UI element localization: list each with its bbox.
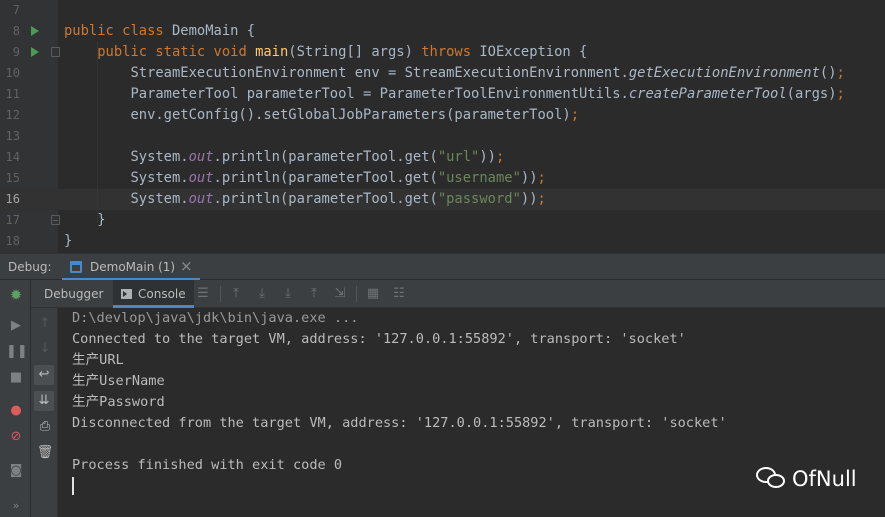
close-icon[interactable]: × bbox=[180, 257, 193, 275]
code-line[interactable]: 18 } bbox=[0, 231, 885, 252]
code-line[interactable]: 8 public class DemoMain { bbox=[0, 21, 885, 42]
debug-tool-window: ✹ ▶ ❚❚ ■ ● ⊘ ◙ » Debugger Console ☰ ⤒ ⤓ … bbox=[0, 280, 885, 517]
camera-icon[interactable]: ◙ bbox=[6, 461, 26, 481]
toolbar-separator bbox=[356, 286, 357, 302]
tab-console[interactable]: Console bbox=[113, 280, 194, 308]
console-line: 生产Password bbox=[72, 394, 165, 410]
code-editor[interactable]: 7 8 public class DemoMain { 9 public sta… bbox=[0, 0, 885, 253]
down-arrow-icon[interactable]: ↓ bbox=[35, 339, 55, 359]
stop-icon[interactable]: ■ bbox=[6, 368, 26, 388]
code-text: System.out.println(parameterTool.get("ur… bbox=[64, 149, 505, 165]
line-number: 18 bbox=[5, 234, 20, 248]
run-gutter-icon[interactable] bbox=[31, 47, 39, 57]
line-number: 10 bbox=[5, 66, 20, 80]
code-line-current[interactable]: 16 System.out.println(parameterTool.get(… bbox=[0, 189, 885, 210]
console-line: 生产URL bbox=[72, 352, 124, 368]
debug-action-strip: ✹ ▶ ❚❚ ■ ● ⊘ ◙ » bbox=[0, 280, 31, 517]
code-text: public class DemoMain { bbox=[64, 23, 256, 39]
line-number: 11 bbox=[5, 87, 20, 101]
step-out-icon[interactable]: ⤒ bbox=[305, 285, 323, 303]
application-icon bbox=[70, 261, 82, 273]
debug-bug-icon[interactable]: ✹ bbox=[6, 285, 26, 305]
line-number: 16 bbox=[5, 192, 20, 206]
console-line: 生产UserName bbox=[72, 373, 165, 389]
wechat-logo-icon bbox=[756, 466, 786, 490]
watermark-text: OfNull bbox=[792, 467, 857, 491]
code-line[interactable]: 12 env.getConfig().setGlobalJobParameter… bbox=[0, 105, 885, 126]
evaluate-expression-icon[interactable]: ▦ bbox=[364, 285, 382, 303]
code-line[interactable]: 10 StreamExecutionEnvironment env = Stre… bbox=[0, 63, 885, 84]
line-number: 12 bbox=[5, 108, 20, 122]
debug-tab-bar: Debugger Console ☰ ⤒ ⤓ ⤓ ⤒ ⇲ ▦ ☷ bbox=[31, 280, 885, 308]
mute-breakpoints-icon[interactable]: ⊘ bbox=[6, 427, 26, 447]
line-number: 9 bbox=[12, 45, 20, 59]
session-tab-demomain[interactable]: DemoMain (1) × bbox=[62, 254, 200, 281]
run-to-cursor-icon[interactable]: ⇲ bbox=[331, 285, 349, 303]
resume-icon[interactable]: ▶ bbox=[6, 316, 26, 336]
code-line[interactable]: 7 bbox=[0, 0, 885, 21]
code-text: StreamExecutionEnvironment env = StreamE… bbox=[64, 65, 845, 81]
show-execution-point-icon[interactable]: ⤒ bbox=[227, 285, 245, 303]
line-number: 8 bbox=[12, 24, 20, 38]
tab-console-label: Console bbox=[138, 287, 186, 301]
console-line: Connected to the target VM, address: '12… bbox=[72, 331, 686, 347]
watermark: OfNull bbox=[756, 466, 857, 494]
trace-icon[interactable]: ☷ bbox=[390, 285, 408, 303]
line-number: 14 bbox=[5, 150, 20, 164]
debug-tool-window-header: Debug: DemoMain (1) × bbox=[0, 253, 885, 281]
scroll-to-end-icon[interactable]: ⇊ bbox=[34, 391, 54, 411]
code-line[interactable]: 14 System.out.println(parameterTool.get(… bbox=[0, 147, 885, 168]
view-breakpoints-icon[interactable]: ● bbox=[6, 401, 26, 421]
code-line[interactable]: 15 System.out.println(parameterTool.get(… bbox=[0, 168, 885, 189]
code-text: } bbox=[64, 212, 106, 228]
code-text: System.out.println(parameterTool.get("pa… bbox=[64, 191, 546, 207]
code-text: System.out.println(parameterTool.get("us… bbox=[64, 170, 546, 186]
code-text: public static void main(String[] args) t… bbox=[97, 44, 588, 60]
code-text: } bbox=[64, 233, 73, 249]
console-line: Disconnected from the target VM, address… bbox=[72, 415, 727, 431]
line-number: 13 bbox=[5, 129, 20, 143]
fold-icon[interactable] bbox=[51, 47, 60, 57]
more-icon[interactable]: » bbox=[6, 496, 26, 516]
line-number: 17 bbox=[5, 213, 20, 227]
toolbar-separator bbox=[220, 286, 221, 302]
console-side-toolbar: ↑ ↓ ↩ ⇊ ⎙ 🗑 bbox=[31, 308, 58, 517]
up-arrow-icon[interactable]: ↑ bbox=[35, 314, 55, 334]
code-line[interactable]: 17 } bbox=[0, 210, 885, 231]
code-line[interactable]: 9 public static void main(String[] args)… bbox=[0, 42, 885, 63]
print-icon[interactable]: ⎙ bbox=[35, 417, 55, 437]
pause-icon[interactable]: ❚❚ bbox=[6, 342, 28, 362]
step-over-icon[interactable]: ⤓ bbox=[253, 285, 271, 303]
code-text: ParameterTool parameterTool = ParameterT… bbox=[64, 86, 845, 102]
debug-label: Debug: bbox=[8, 260, 52, 274]
console-line: D:\devlop\java\jdk\bin\java.exe ... bbox=[72, 310, 359, 326]
run-gutter-icon[interactable] bbox=[31, 26, 39, 36]
console-icon bbox=[121, 289, 132, 299]
line-number: 15 bbox=[5, 171, 20, 185]
console-line: Process finished with exit code 0 bbox=[72, 457, 343, 473]
code-line[interactable]: 11 ParameterTool parameterTool = Paramet… bbox=[0, 84, 885, 105]
line-number: 7 bbox=[12, 3, 20, 17]
indent-guide bbox=[97, 42, 98, 222]
session-tab-label: DemoMain (1) bbox=[90, 260, 176, 274]
code-text: env.getConfig().setGlobalJobParameters(p… bbox=[64, 107, 580, 123]
menu-icon[interactable]: ☰ bbox=[194, 285, 212, 303]
text-caret bbox=[72, 477, 74, 495]
trash-icon[interactable]: 🗑 bbox=[35, 443, 55, 463]
code-line[interactable]: 13 bbox=[0, 126, 885, 147]
step-into-icon[interactable]: ⤓ bbox=[279, 285, 297, 303]
tab-debugger[interactable]: Debugger bbox=[44, 280, 103, 308]
fold-end-icon[interactable] bbox=[51, 215, 60, 225]
soft-wrap-icon[interactable]: ↩ bbox=[34, 365, 54, 385]
